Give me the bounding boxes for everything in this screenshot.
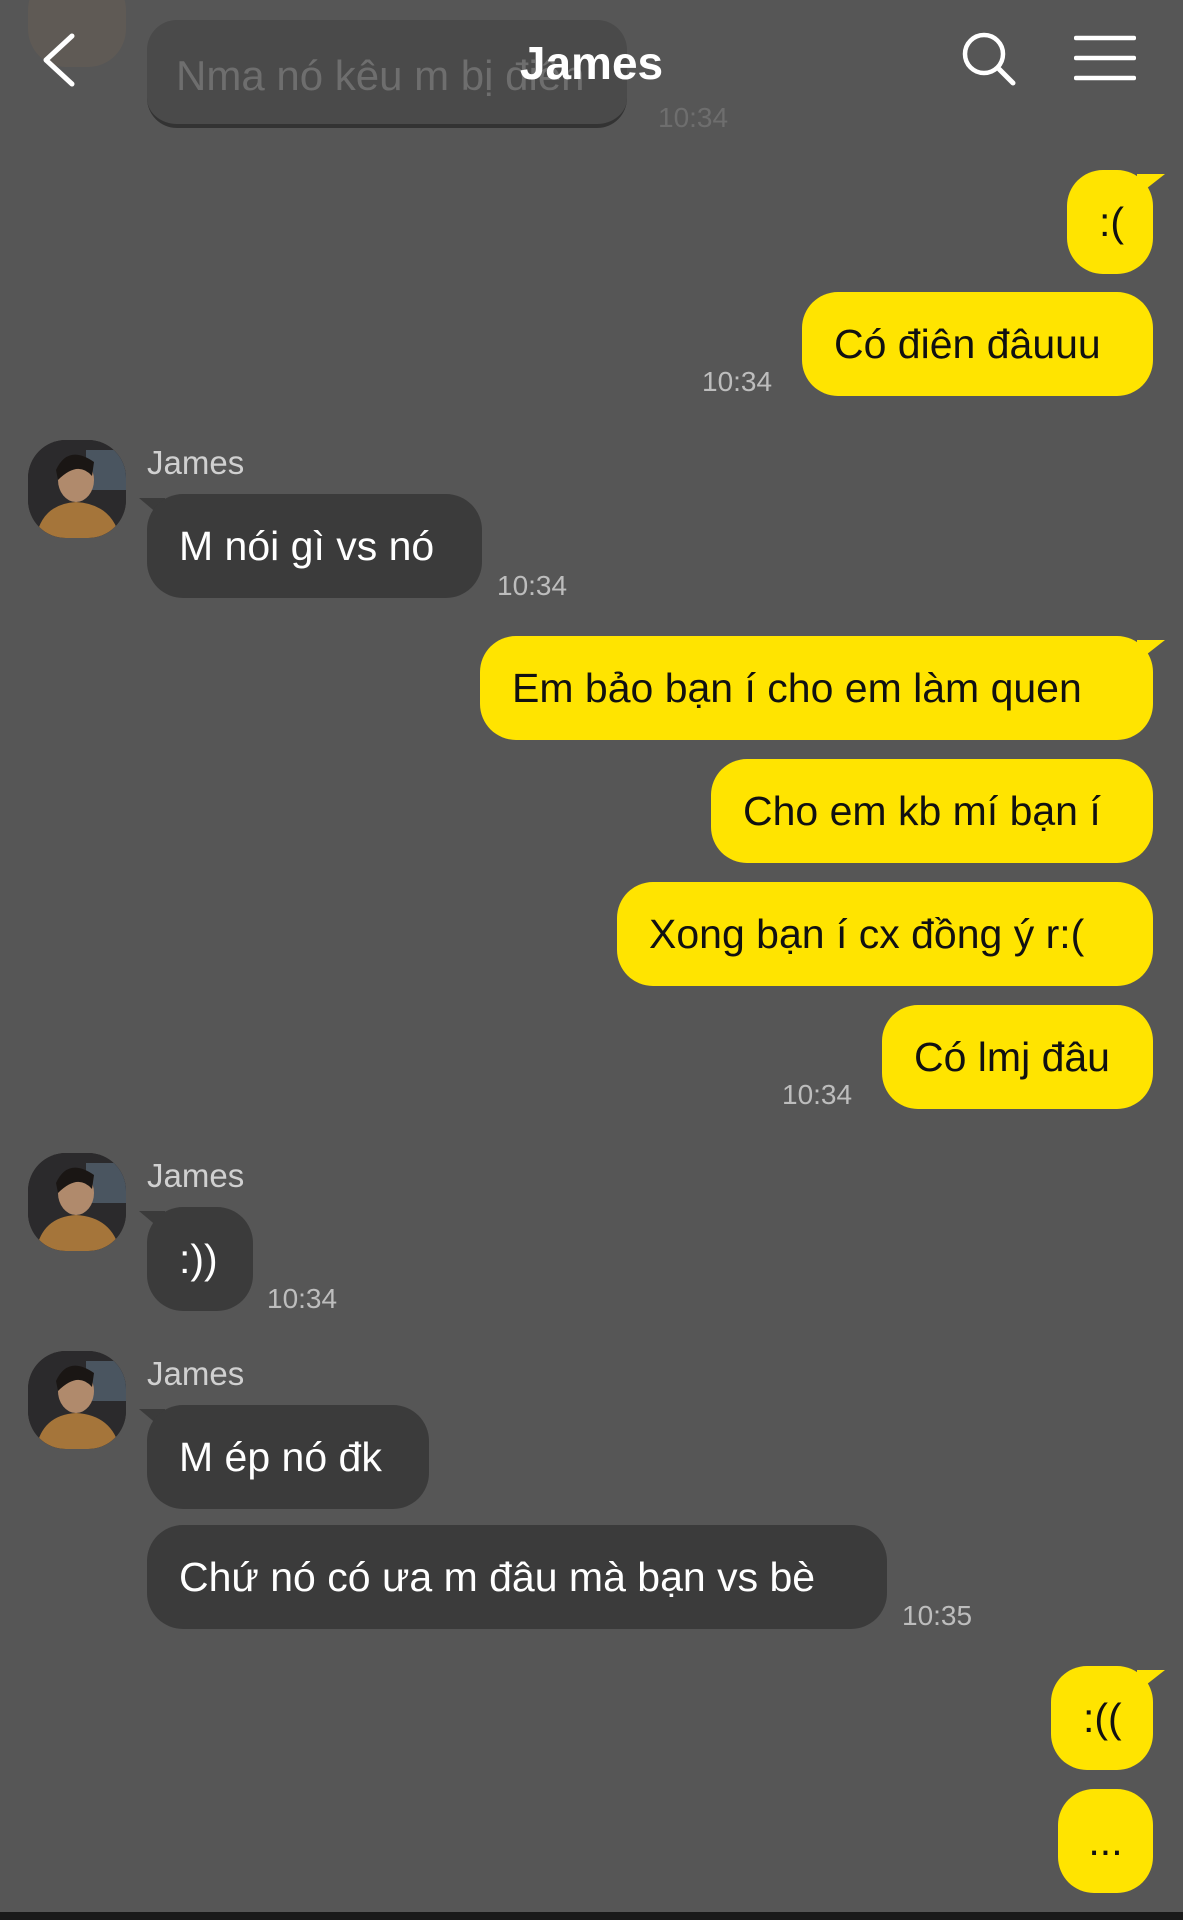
my-message-bubble[interactable]: Em bảo bạn í cho em làm quen (480, 636, 1153, 740)
my-message-bubble[interactable]: Có điên đâuuu (802, 292, 1153, 396)
sender-name: James (147, 1157, 245, 1194)
chat-header: James (0, 0, 1183, 130)
message-timestamp: 10:35 (902, 1600, 973, 1631)
message-timestamp: 10:34 (497, 570, 568, 601)
avatar[interactable] (28, 1153, 126, 1251)
my-message-bubble[interactable]: Có lmj đâu (882, 1005, 1153, 1109)
message-timestamp: 10:34 (267, 1283, 338, 1314)
profile-photo-icon (28, 440, 126, 538)
my-message-bubble[interactable]: Cho em kb mí bạn í (711, 759, 1153, 863)
avatar[interactable] (28, 1351, 126, 1449)
sender-name: James (147, 1355, 245, 1392)
search-icon (962, 32, 1016, 86)
hamburger-menu-icon (1073, 35, 1137, 81)
my-message-bubble[interactable]: :( (1067, 170, 1153, 274)
their-message-bubble[interactable]: Chứ nó có ưa m đâu mà bạn vs bè (147, 1525, 887, 1629)
avatar[interactable] (28, 440, 126, 538)
my-message-bubble[interactable]: Xong bạn í cx đồng ý r:( (617, 882, 1153, 986)
their-message-bubble[interactable]: :)) (147, 1207, 253, 1311)
my-message-bubble[interactable]: :(( (1051, 1666, 1153, 1770)
profile-photo-icon (28, 1351, 126, 1449)
menu-button[interactable] (1073, 34, 1137, 82)
profile-photo-icon (28, 1153, 126, 1251)
bottom-edge (0, 1912, 1183, 1920)
their-message-bubble[interactable]: M nói gì vs nó (147, 494, 482, 598)
my-message-bubble[interactable]: ... (1058, 1789, 1153, 1893)
message-timestamp: 10:34 (702, 366, 773, 397)
their-message-bubble[interactable]: M ép nó đk (147, 1405, 429, 1509)
search-button[interactable] (960, 30, 1018, 88)
message-timestamp: 10:34 (782, 1079, 853, 1110)
sender-name: James (147, 444, 245, 481)
